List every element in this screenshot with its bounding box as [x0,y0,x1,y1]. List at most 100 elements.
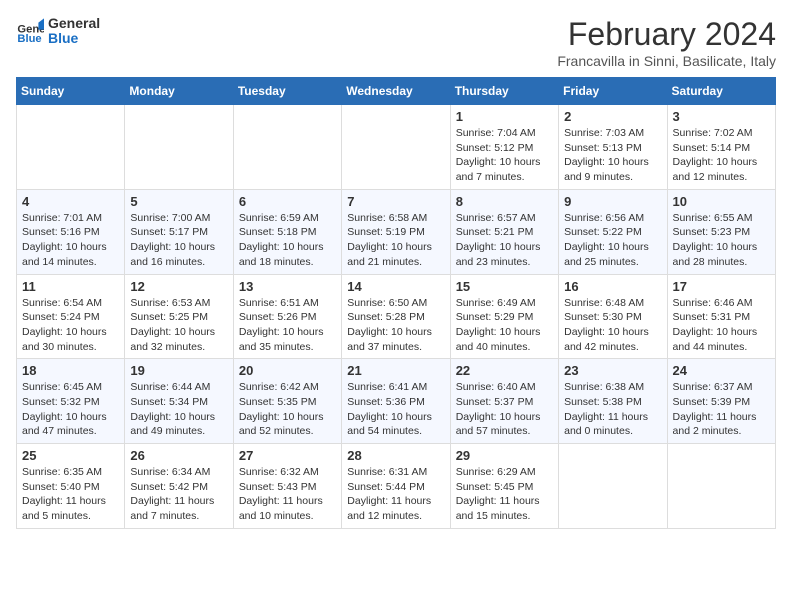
calendar-cell [559,444,667,529]
col-header-wednesday: Wednesday [342,78,450,105]
calendar-cell: 4 Sunrise: 7:01 AMSunset: 5:16 PMDaylight… [17,189,125,274]
day-number: 21 [347,363,444,378]
calendar-cell: 16 Sunrise: 6:48 AMSunset: 5:30 PMDayligh… [559,274,667,359]
day-info: Sunrise: 6:40 AMSunset: 5:37 PMDaylight:… [456,380,553,439]
day-number: 19 [130,363,227,378]
calendar-cell [233,105,341,190]
day-number: 22 [456,363,553,378]
day-info: Sunrise: 7:01 AMSunset: 5:16 PMDaylight:… [22,211,119,270]
day-info: Sunrise: 6:29 AMSunset: 5:45 PMDaylight:… [456,465,553,524]
calendar-cell: 15Sunrise: 6:49 AMSunset: 5:29 PMDayligh… [450,274,558,359]
calendar-cell: 21Sunrise: 6:41 AMSunset: 5:36 PMDayligh… [342,359,450,444]
logo: General Blue General Blue [16,16,100,47]
day-number: 11 [22,279,119,294]
calendar-cell: 7Sunrise: 6:58 AMSunset: 5:19 PMDaylight… [342,189,450,274]
month-title: February 2024 [557,16,776,53]
week-row: 1Sunrise: 7:04 AMSunset: 5:12 PMDaylight… [17,105,776,190]
calendar-cell: 2 Sunrise: 7:03 AMSunset: 5:13 PMDaylight… [559,105,667,190]
logo-blue: Blue [48,31,100,46]
col-header-thursday: Thursday [450,78,558,105]
day-number: 24 [673,363,770,378]
day-info: Sunrise: 6:57 AMSunset: 5:21 PMDaylight:… [456,211,553,270]
calendar-cell: 17Sunrise: 6:46 AMSunset: 5:31 PMDayligh… [667,274,775,359]
day-number: 14 [347,279,444,294]
day-info: Sunrise: 6:44 AMSunset: 5:34 PMDaylight:… [130,380,227,439]
day-info: Sunrise: 6:38 AMSunset: 5:38 PMDaylight:… [564,380,661,439]
calendar-cell: 1Sunrise: 7:04 AMSunset: 5:12 PMDaylight… [450,105,558,190]
col-header-tuesday: Tuesday [233,78,341,105]
calendar-cell: 11 Sunrise: 6:54 AMSunset: 5:24 PMDayligh… [17,274,125,359]
svg-text:Blue: Blue [17,34,41,46]
calendar-cell [667,444,775,529]
calendar-cell: 18 Sunrise: 6:45 AMSunset: 5:32 PMDayligh… [17,359,125,444]
calendar-cell: 6 Sunrise: 6:59 AMSunset: 5:18 PMDaylight… [233,189,341,274]
calendar-cell: 3Sunrise: 7:02 AMSunset: 5:14 PMDaylight… [667,105,775,190]
calendar-header-row: SundayMondayTuesdayWednesdayThursdayFrid… [17,78,776,105]
calendar-cell [125,105,233,190]
day-info: Sunrise: 6:31 AMSunset: 5:44 PMDaylight:… [347,465,444,524]
day-info: Sunrise: 6:42 AMSunset: 5:35 PMDaylight:… [239,380,336,439]
day-number: 13 [239,279,336,294]
day-info: Sunrise: 6:46 AMSunset: 5:31 PMDaylight:… [673,296,770,355]
day-number: 12 [130,279,227,294]
day-number: 18 [22,363,119,378]
col-header-saturday: Saturday [667,78,775,105]
day-info: Sunrise: 6:59 AMSunset: 5:18 PMDaylight:… [239,211,336,270]
title-area: February 2024 Francavilla in Sinni, Basi… [557,16,776,69]
col-header-sunday: Sunday [17,78,125,105]
calendar-cell: 8Sunrise: 6:57 AMSunset: 5:21 PMDaylight… [450,189,558,274]
day-number: 7 [347,194,444,209]
calendar-cell: 24 Sunrise: 6:37 AMSunset: 5:39 PMDayligh… [667,359,775,444]
location-title: Francavilla in Sinni, Basilicate, Italy [557,53,776,69]
calendar-cell: 5Sunrise: 7:00 AMSunset: 5:17 PMDaylight… [125,189,233,274]
day-info: Sunrise: 6:37 AMSunset: 5:39 PMDaylight:… [673,380,770,439]
calendar-cell: 20 Sunrise: 6:42 AMSunset: 5:35 PMDayligh… [233,359,341,444]
day-info: Sunrise: 6:32 AMSunset: 5:43 PMDaylight:… [239,465,336,524]
day-info: Sunrise: 6:35 AMSunset: 5:40 PMDaylight:… [22,465,119,524]
day-number: 25 [22,448,119,463]
day-info: Sunrise: 6:50 AMSunset: 5:28 PMDaylight:… [347,296,444,355]
day-number: 2 [564,109,661,124]
day-number: 23 [564,363,661,378]
day-info: Sunrise: 6:55 AMSunset: 5:23 PMDaylight:… [673,211,770,270]
day-info: Sunrise: 6:34 AMSunset: 5:42 PMDaylight:… [130,465,227,524]
day-info: Sunrise: 6:45 AMSunset: 5:32 PMDaylight:… [22,380,119,439]
calendar-body: 1Sunrise: 7:04 AMSunset: 5:12 PMDaylight… [17,105,776,529]
calendar-cell: 28 Sunrise: 6:31 AMSunset: 5:44 PMDayligh… [342,444,450,529]
day-info: Sunrise: 6:48 AMSunset: 5:30 PMDaylight:… [564,296,661,355]
day-number: 4 [22,194,119,209]
day-number: 27 [239,448,336,463]
calendar: SundayMondayTuesdayWednesdayThursdayFrid… [16,77,776,529]
day-number: 28 [347,448,444,463]
calendar-cell [342,105,450,190]
calendar-cell: 29Sunrise: 6:29 AMSunset: 5:45 PMDayligh… [450,444,558,529]
week-row: 11 Sunrise: 6:54 AMSunset: 5:24 PMDayligh… [17,274,776,359]
week-row: 18 Sunrise: 6:45 AMSunset: 5:32 PMDayligh… [17,359,776,444]
week-row: 4 Sunrise: 7:01 AMSunset: 5:16 PMDaylight… [17,189,776,274]
day-info: Sunrise: 6:56 AMSunset: 5:22 PMDaylight:… [564,211,661,270]
day-number: 20 [239,363,336,378]
day-info: Sunrise: 7:00 AMSunset: 5:17 PMDaylight:… [130,211,227,270]
logo-general: General [48,16,100,31]
day-info: Sunrise: 6:53 AMSunset: 5:25 PMDaylight:… [130,296,227,355]
calendar-cell: 26 Sunrise: 6:34 AMSunset: 5:42 PMDayligh… [125,444,233,529]
day-info: Sunrise: 6:49 AMSunset: 5:29 PMDaylight:… [456,296,553,355]
calendar-cell: 13Sunrise: 6:51 AMSunset: 5:26 PMDayligh… [233,274,341,359]
calendar-cell: 12 Sunrise: 6:53 AMSunset: 5:25 PMDayligh… [125,274,233,359]
col-header-monday: Monday [125,78,233,105]
day-number: 6 [239,194,336,209]
day-info: Sunrise: 7:04 AMSunset: 5:12 PMDaylight:… [456,126,553,185]
calendar-cell: 25 Sunrise: 6:35 AMSunset: 5:40 PMDayligh… [17,444,125,529]
calendar-cell: 14 Sunrise: 6:50 AMSunset: 5:28 PMDayligh… [342,274,450,359]
day-number: 16 [564,279,661,294]
calendar-cell: 22 Sunrise: 6:40 AMSunset: 5:37 PMDayligh… [450,359,558,444]
logo-text: General Blue [48,16,100,47]
calendar-cell: 23 Sunrise: 6:38 AMSunset: 5:38 PMDayligh… [559,359,667,444]
day-info: Sunrise: 6:54 AMSunset: 5:24 PMDaylight:… [22,296,119,355]
day-info: Sunrise: 7:03 AMSunset: 5:13 PMDaylight:… [564,126,661,185]
day-number: 9 [564,194,661,209]
day-number: 3 [673,109,770,124]
calendar-cell: 27 Sunrise: 6:32 AMSunset: 5:43 PMDayligh… [233,444,341,529]
calendar-cell [17,105,125,190]
day-number: 26 [130,448,227,463]
